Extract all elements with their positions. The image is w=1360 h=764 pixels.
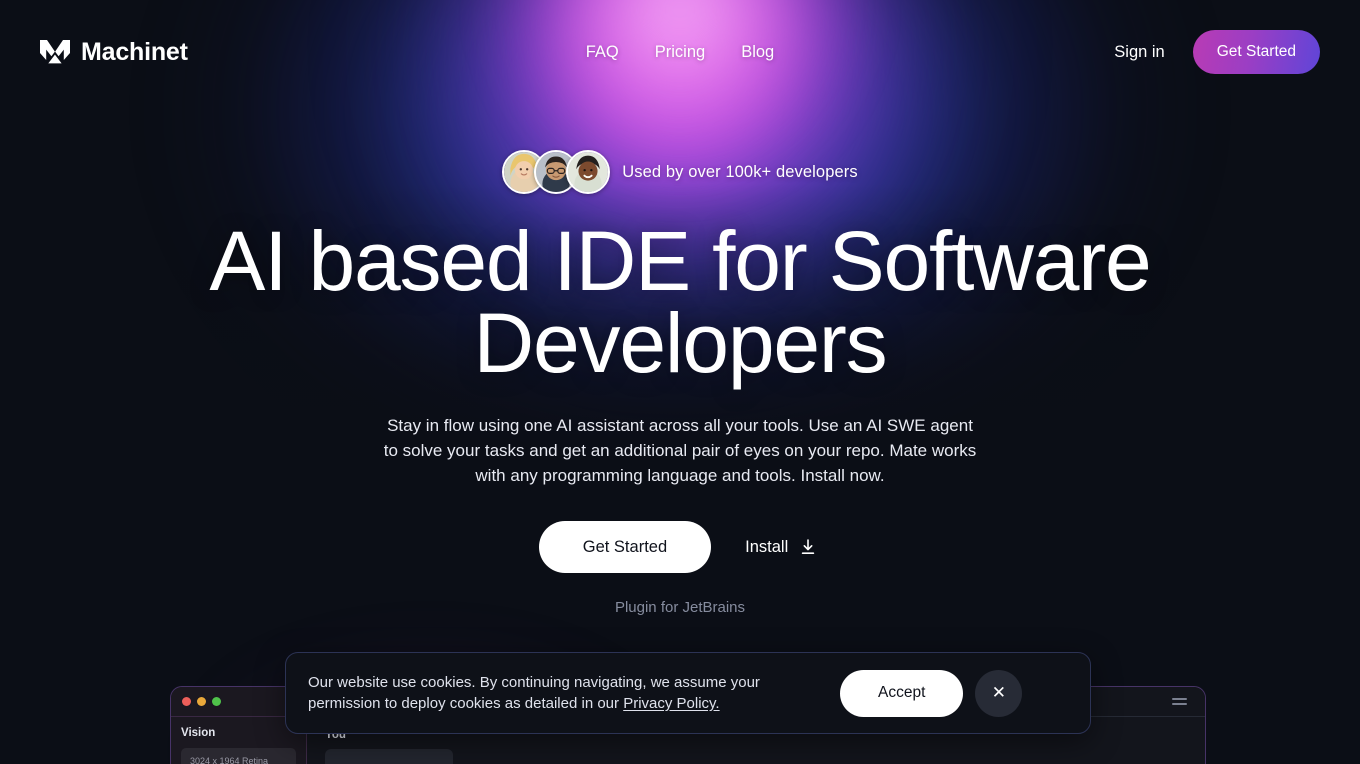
brand-logo[interactable]: Machinet: [40, 38, 188, 67]
hero-subheading: Stay in flow using one AI assistant acro…: [383, 415, 977, 485]
social-proof-label: Used by over 100k+ developers: [622, 162, 858, 181]
machinet-m-logo-icon: [40, 40, 70, 64]
close-icon[interactable]: ✕: [975, 669, 1023, 717]
install-button[interactable]: Install: [741, 538, 821, 557]
accept-cookies-button[interactable]: Accept: [840, 669, 964, 717]
avatar-group: [502, 150, 611, 194]
brand-name: Machinet: [81, 37, 188, 66]
cookie-consent-banner: Our website use cookies. By continuing n…: [285, 652, 1091, 734]
page-title: AI based IDE for Software Developers: [209, 214, 1151, 391]
resolution-chip[interactable]: 3024 x 1964 Retina: [181, 748, 296, 764]
nav-item-pricing[interactable]: Pricing: [655, 43, 705, 62]
hamburger-menu-icon[interactable]: [1172, 698, 1187, 705]
download-icon: [799, 538, 817, 556]
minimize-window-dot-icon[interactable]: [197, 697, 206, 706]
maximize-window-dot-icon[interactable]: [212, 697, 221, 706]
site-header: Machinet FAQ Pricing Blog Sign in Get St…: [0, 0, 1360, 104]
get-started-button-header[interactable]: Get Started: [1192, 30, 1320, 74]
nav-item-blog[interactable]: Blog: [741, 43, 774, 62]
landing-page: Machinet FAQ Pricing Blog Sign in Get St…: [0, 0, 1360, 764]
install-label: Install: [745, 537, 789, 556]
hero-cta-row: Get Started Install: [538, 521, 822, 574]
hero-section: Used by over 100k+ developers AI based I…: [0, 104, 1360, 616]
plugin-note: Plugin for JetBrains: [614, 599, 746, 617]
close-window-dot-icon[interactable]: [182, 697, 191, 706]
nav-item-faq[interactable]: FAQ: [586, 43, 619, 62]
get-started-button-hero[interactable]: Get Started: [538, 521, 712, 574]
sign-in-link[interactable]: Sign in: [1114, 43, 1164, 62]
avatar: [566, 150, 611, 194]
preview-panel-title: Vision: [181, 727, 216, 739]
privacy-policy-link[interactable]: Privacy Policy.: [623, 695, 719, 712]
cookie-banner-text: Our website use cookies. By continuing n…: [308, 672, 828, 715]
social-proof: Used by over 100k+ developers: [502, 150, 858, 194]
chat-message-bubble: [325, 749, 453, 764]
header-actions: Sign in Get Started: [1114, 30, 1320, 74]
